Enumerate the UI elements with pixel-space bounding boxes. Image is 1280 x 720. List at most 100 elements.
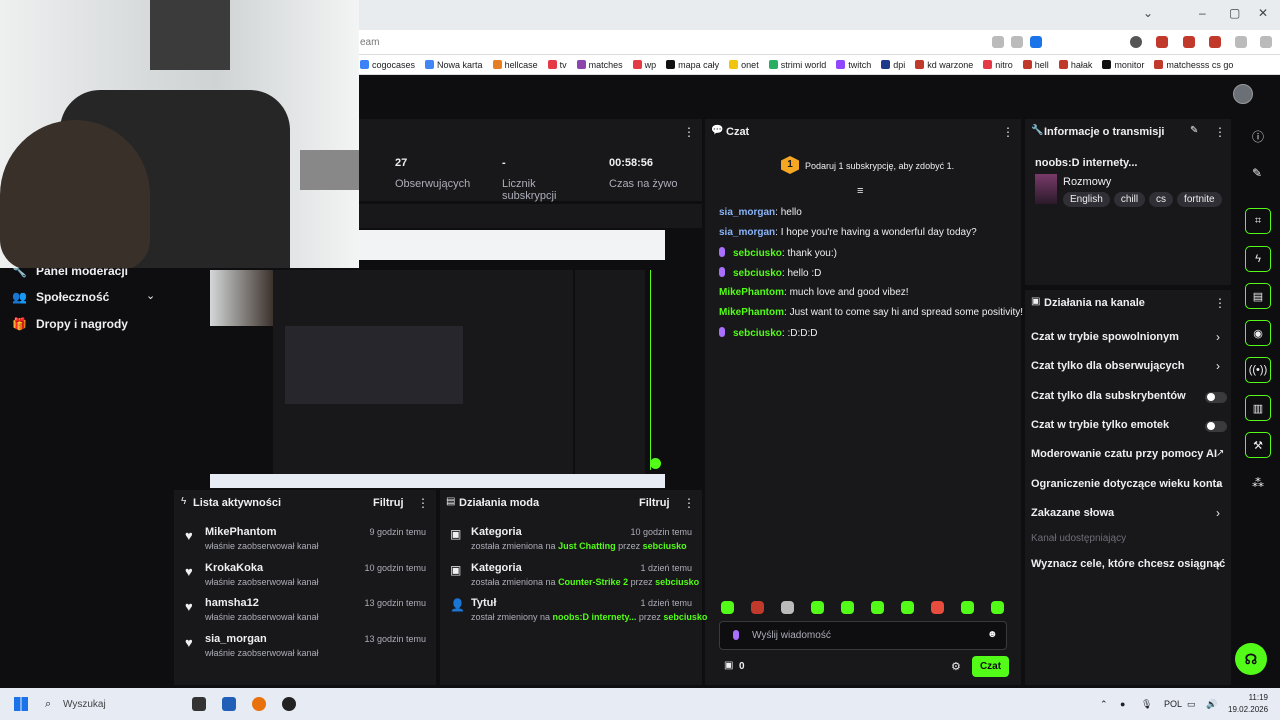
toggle-switch[interactable] xyxy=(1205,420,1227,432)
channel-action-item[interactable]: Moderowanie czatu przy pomocy AI xyxy=(1031,448,1217,460)
bookmark-item[interactable]: hellcase xyxy=(492,60,538,70)
activity-user[interactable]: hamsha12 xyxy=(205,597,259,609)
bookmark-item[interactable]: tv xyxy=(547,60,567,70)
emote-icon[interactable] xyxy=(871,601,884,614)
stream-tag[interactable]: cs xyxy=(1149,192,1174,207)
rail-panel-icon[interactable]: ▥ xyxy=(1245,395,1271,421)
chat-settings-icon[interactable]: ⚙ xyxy=(951,660,961,673)
bookmark-item[interactable]: hałak xyxy=(1058,60,1092,70)
bookmark-item[interactable]: twitch xyxy=(836,60,871,70)
stream-tag[interactable]: fortnite xyxy=(1177,192,1222,207)
bookmark-star-icon[interactable] xyxy=(1030,36,1042,48)
activity-filter-button[interactable]: Filtruj xyxy=(373,497,404,509)
clock-time[interactable]: 11:19 xyxy=(1228,693,1268,702)
chevron-right-icon[interactable]: › xyxy=(1216,506,1220,520)
rail-wrench-icon[interactable]: ⚒ xyxy=(1245,432,1271,458)
taskbar-search[interactable]: Wyszukaj xyxy=(63,699,106,710)
chevron-right-icon[interactable]: › xyxy=(1216,557,1220,571)
mod-action-by[interactable]: sebciusko xyxy=(663,612,707,622)
task-view-icon[interactable] xyxy=(192,697,206,711)
stream-category[interactable]: Rozmowy xyxy=(1063,176,1111,188)
toggle-switch[interactable] xyxy=(1205,391,1227,403)
emote-icon[interactable] xyxy=(781,601,794,614)
bookmark-item[interactable]: onet xyxy=(729,60,759,70)
extension-icon[interactable] xyxy=(1130,36,1142,48)
bookmark-item[interactable]: cogocases xyxy=(360,60,415,70)
emote-icon[interactable] xyxy=(721,601,734,614)
windows-start-icon[interactable] xyxy=(14,697,28,711)
pencil-icon[interactable]: ✎ xyxy=(1252,166,1262,180)
extension-icon[interactable] xyxy=(1156,36,1168,48)
bookmark-item[interactable]: matches xyxy=(576,60,623,70)
send-chat-button[interactable]: Czat xyxy=(972,656,1009,677)
chat-username[interactable]: MikePhantom xyxy=(719,307,784,318)
extensions-puzzle-icon[interactable] xyxy=(1235,36,1247,48)
rail-document-icon[interactable]: ▤ xyxy=(1245,283,1271,309)
tab-list-icon[interactable]: ⌄ xyxy=(1143,6,1153,20)
emote-icon[interactable] xyxy=(961,601,974,614)
rail-scan-icon[interactable]: ⌗ xyxy=(1245,208,1271,234)
channel-action-item[interactable]: Zakazane słowa xyxy=(1031,507,1114,519)
channel-actions-kebab-icon[interactable]: ⋮ xyxy=(1214,296,1226,310)
rail-lightning-icon[interactable]: ϟ xyxy=(1245,246,1271,272)
rail-broadcast-icon[interactable]: ((•)) xyxy=(1245,357,1271,383)
chat-kebab-icon[interactable]: ⋮ xyxy=(1002,125,1014,139)
channel-action-item[interactable]: Czat tylko dla obserwujących xyxy=(1031,360,1184,372)
mod-action-value[interactable]: Counter-Strike 2 xyxy=(558,577,628,587)
chat-username[interactable]: sebciusko xyxy=(733,328,782,339)
extension-icon[interactable] xyxy=(1183,36,1195,48)
activity-user[interactable]: KrokaKoka xyxy=(205,562,263,574)
chevron-right-icon[interactable]: › xyxy=(1216,359,1220,373)
chat-username[interactable]: sebciusko xyxy=(733,248,782,259)
emote-icon[interactable] xyxy=(991,601,1004,614)
file-explorer-icon[interactable] xyxy=(222,697,236,711)
stream-info-kebab-icon[interactable]: ⋮ xyxy=(1214,125,1226,139)
activity-kebab-icon[interactable]: ⋮ xyxy=(417,496,429,510)
rail-chat-icon[interactable]: ◉ xyxy=(1245,320,1271,346)
tray-app-icon[interactable]: ● xyxy=(1120,699,1125,709)
bookmark-item[interactable]: nitro xyxy=(983,60,1013,70)
bookmark-item[interactable]: wp xyxy=(632,60,656,70)
user-avatar[interactable] xyxy=(1233,84,1253,104)
stream-tag[interactable]: chill xyxy=(1113,192,1146,207)
bookmark-item[interactable]: matchesss cs go xyxy=(1154,60,1233,70)
channel-action-item[interactable]: Ograniczenie dotyczące wieku konta xyxy=(1031,478,1222,490)
volume-icon[interactable]: 🔊 xyxy=(1206,699,1217,710)
chevron-right-icon[interactable]: › xyxy=(1216,477,1220,491)
sidebar-item-drops[interactable]: 🎁 Dropy i nagrody xyxy=(12,317,128,331)
chevron-down-icon[interactable]: ⌄ xyxy=(146,289,155,302)
bookmark-item[interactable]: mapa cały xyxy=(666,60,719,70)
firefox-icon[interactable] xyxy=(252,697,266,711)
bookmark-item[interactable]: strimi world xyxy=(768,60,826,70)
sidebar-item-community[interactable]: 👥 Społeczność xyxy=(12,290,109,304)
bookmark-item[interactable]: monitor xyxy=(1102,60,1144,70)
stats-kebab-icon[interactable]: ⋮ xyxy=(683,125,695,139)
chat-username[interactable]: sia_morgan xyxy=(719,207,775,218)
activity-user[interactable]: MikePhantom xyxy=(205,526,277,538)
minimize-icon[interactable]: – xyxy=(1199,6,1206,20)
mod-action-value[interactable]: noobs:D internety... xyxy=(553,612,637,622)
collapse-icon[interactable]: ≡ xyxy=(857,185,863,197)
channel-action-item[interactable]: Czat w trybie tylko emotek xyxy=(1031,419,1169,431)
extension-icon[interactable] xyxy=(992,36,1004,48)
tray-chevron-icon[interactable]: ⌃ xyxy=(1100,699,1108,710)
rail-apps-icon[interactable]: ⁂ xyxy=(1252,476,1264,490)
microphone-icon[interactable]: 🎙 xyxy=(1141,699,1152,710)
emoji-icon[interactable]: ☻ xyxy=(987,629,998,640)
external-link-icon[interactable]: ↗ xyxy=(1216,448,1224,459)
emote-icon[interactable] xyxy=(841,601,854,614)
emote-icon[interactable] xyxy=(931,601,944,614)
mod-action-value[interactable]: Just Chatting xyxy=(558,541,616,551)
clock-date[interactable]: 19.02.2026 xyxy=(1228,705,1268,714)
emote-icon[interactable] xyxy=(901,601,914,614)
mod-filter-button[interactable]: Filtruj xyxy=(639,497,670,509)
channel-action-item[interactable]: Czat tylko dla subskrybentów xyxy=(1031,390,1186,402)
bookmark-item[interactable]: dpi xyxy=(881,60,905,70)
stream-tag[interactable]: English xyxy=(1063,192,1110,207)
bookmark-item[interactable]: kd warzone xyxy=(915,60,973,70)
maximize-icon[interactable]: ▢ xyxy=(1229,6,1240,20)
network-icon[interactable]: ▭ xyxy=(1187,699,1196,710)
info-icon[interactable]: ⓘ xyxy=(1252,128,1264,145)
support-chat-icon[interactable]: ☊ xyxy=(1235,643,1267,675)
mod-kebab-icon[interactable]: ⋮ xyxy=(683,496,695,510)
